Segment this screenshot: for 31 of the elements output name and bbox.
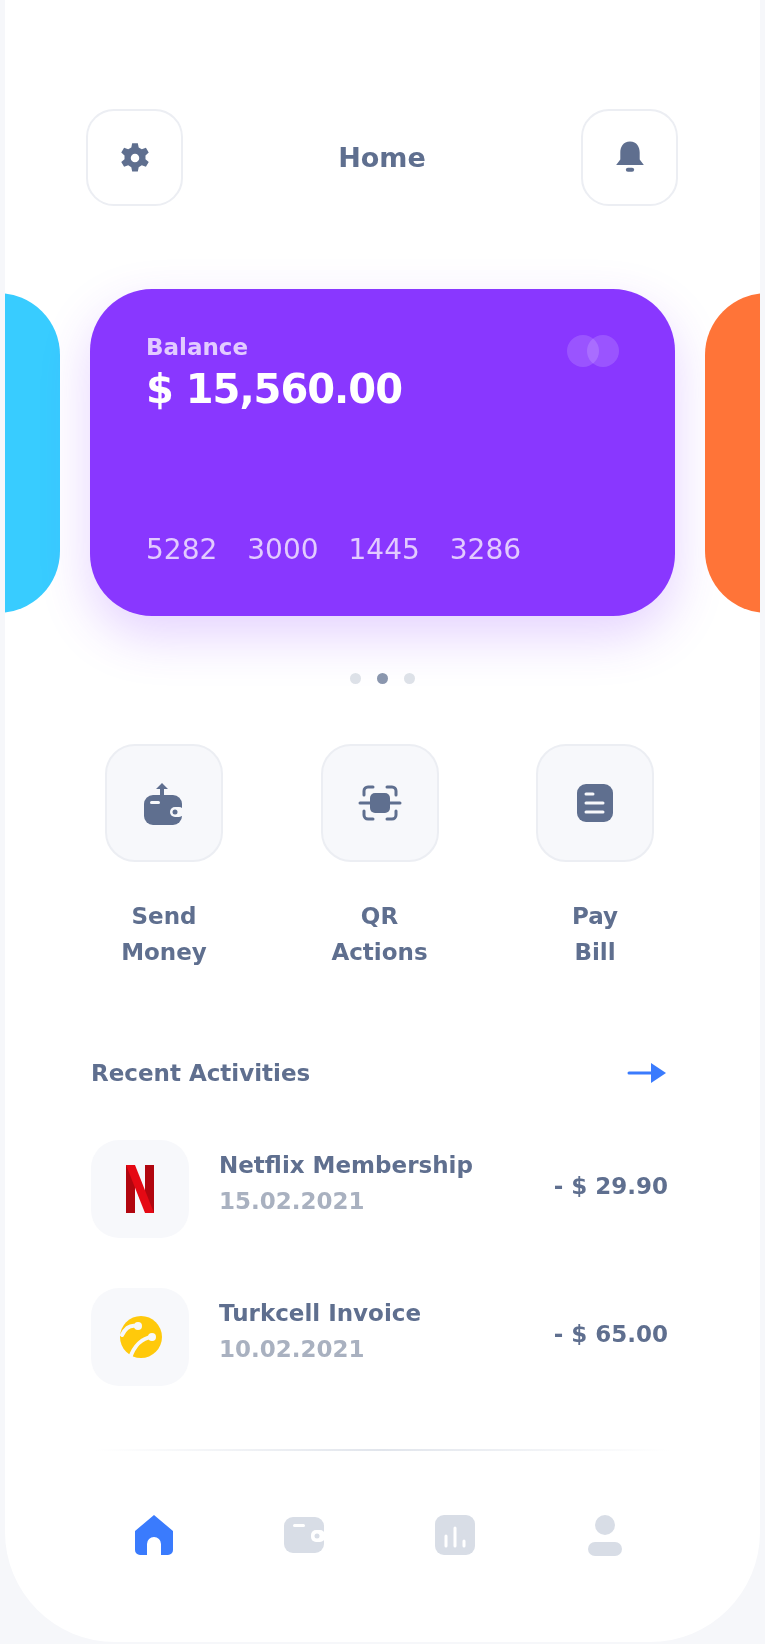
page-dot[interactable] (350, 673, 361, 684)
card-number-group: 3000 (247, 533, 319, 566)
transaction-amount: - $ 29.90 (553, 1173, 668, 1199)
balance-label: Balance (146, 334, 250, 360)
card-number-group: 3286 (449, 533, 522, 566)
card-number-group: 5282 (146, 533, 218, 566)
section-title: Recent Activities (91, 1060, 311, 1086)
action-label: Send Money (121, 902, 207, 967)
transaction-name: Netflix Membership (219, 1152, 474, 1178)
transaction-name: Turkcell Invoice (219, 1300, 423, 1326)
transaction-date: 15.02.2021 (219, 1188, 366, 1214)
transaction-amount: - $ 65.00 (553, 1321, 668, 1347)
page-dot[interactable] (377, 673, 388, 684)
action-button[interactable] (320, 744, 439, 862)
action-button[interactable] (536, 744, 654, 862)
action-label: QR Actions (331, 902, 428, 967)
arrow-right-icon[interactable] (627, 1060, 667, 1086)
action-button[interactable] (105, 744, 223, 862)
action-label: Pay Bill (571, 902, 618, 967)
screen-title: Home (338, 142, 426, 173)
balance-amount: $ 15,560.00 (146, 366, 402, 412)
notifications-button[interactable] (581, 109, 678, 206)
document-icon (576, 783, 614, 823)
balance-card[interactable]: Balance $ 15,560.00 5282 3000 1445 3286 (90, 289, 675, 616)
card-brand-icon (566, 334, 620, 368)
transaction-date: 10.02.2021 (219, 1336, 366, 1362)
page-dot[interactable] (404, 673, 415, 684)
card-number-group: 1445 (348, 533, 420, 566)
scan-icon (357, 783, 402, 823)
settings-button[interactable] (86, 109, 183, 206)
letter-n-logo-icon (126, 1165, 154, 1213)
